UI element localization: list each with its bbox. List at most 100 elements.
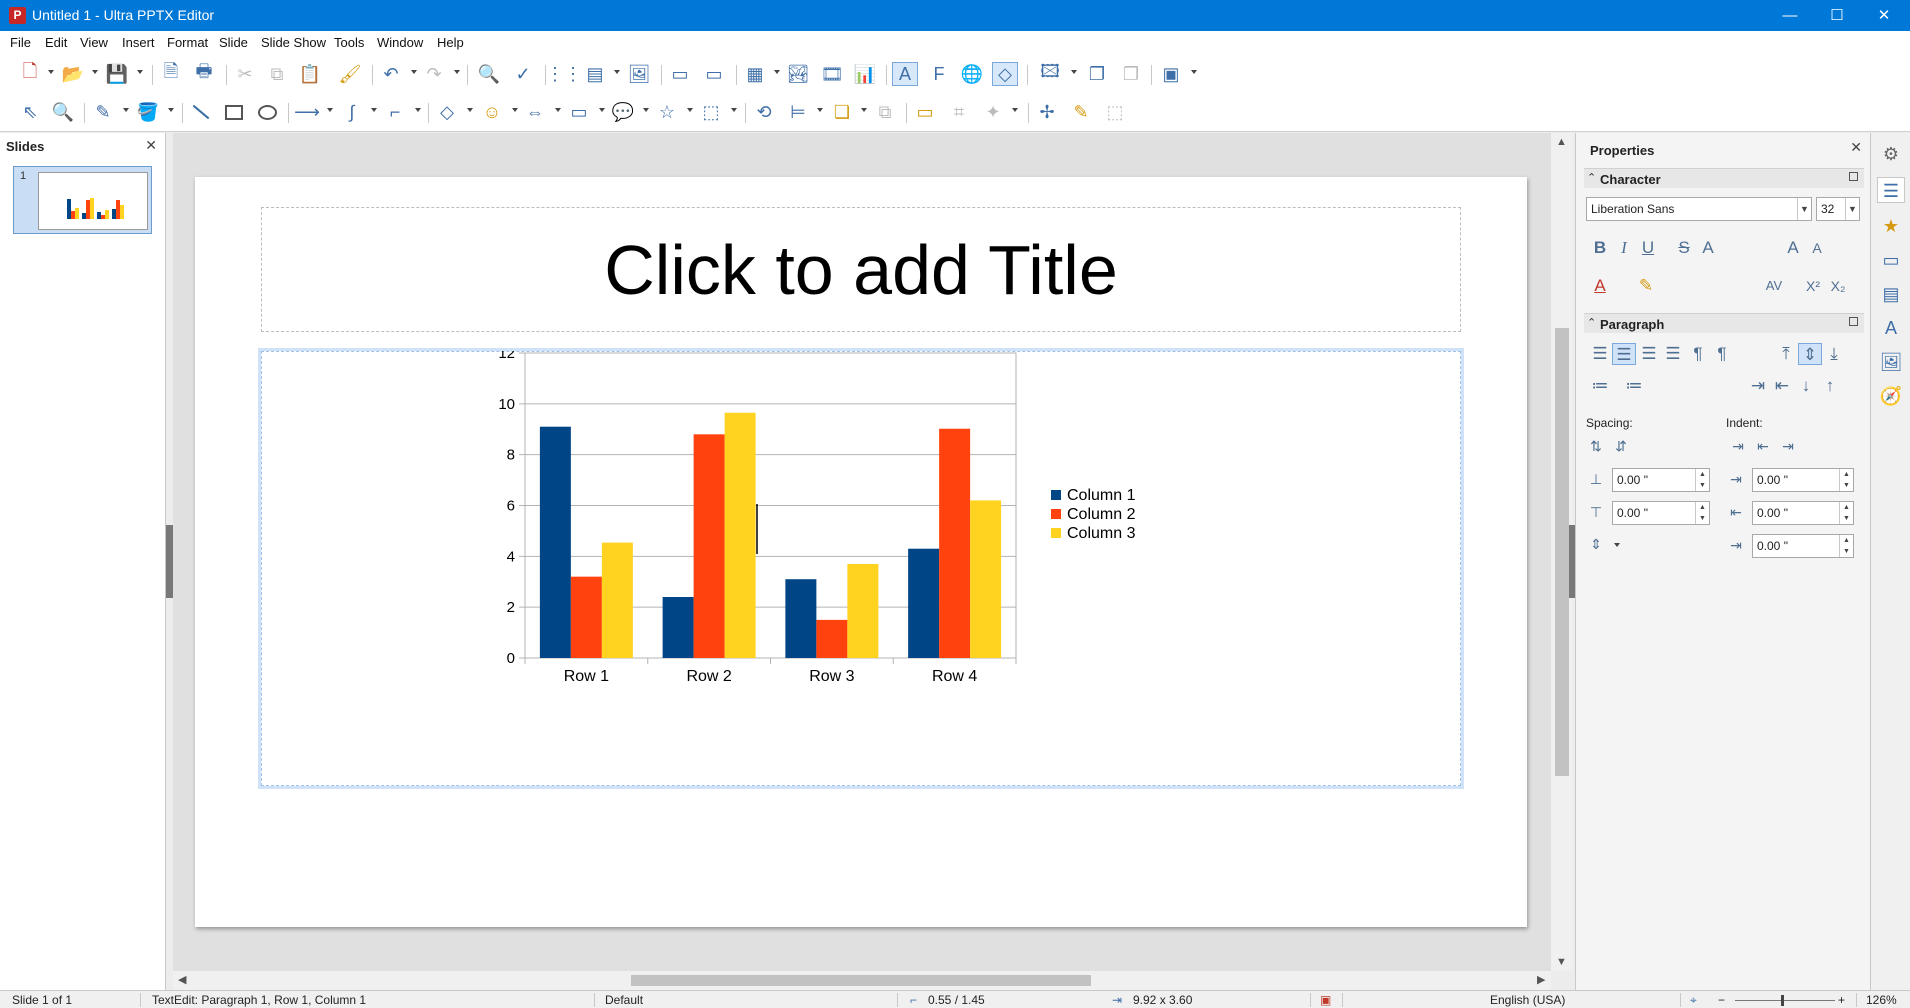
font-name-field[interactable]: Liberation Sans ▼ <box>1586 197 1812 221</box>
navigator-tab-icon[interactable]: 🧭 <box>1877 383 1905 409</box>
chart-object-frame[interactable]: 0 2 4 6 8 10 12 Row 1 Row 2 Row 3 Row 4 Column 1 Col… <box>258 348 1464 789</box>
find-replace-icon[interactable]: 🔍 <box>476 62 502 86</box>
zoom-in-icon[interactable]: + <box>1838 993 1845 1007</box>
curves-icon[interactable]: ∫ <box>339 100 365 124</box>
toggle-extrusion-icon[interactable]: ⬚ <box>1102 100 1128 124</box>
minimize-button[interactable]: — <box>1767 0 1813 31</box>
chevron-down-icon[interactable]: ▼ <box>1797 198 1811 220</box>
glue-points-icon[interactable]: ✎ <box>1068 100 1094 124</box>
spacing-below-field[interactable]: 0.00 " ▲ ▼ <box>1612 501 1710 525</box>
font-color-icon[interactable]: A <box>1588 275 1612 297</box>
zoom-slider[interactable] <box>1735 1000 1835 1001</box>
align-center-icon[interactable]: ☰ <box>1612 343 1636 365</box>
align-middle-icon[interactable]: ⇕ <box>1798 343 1822 365</box>
filter-icon[interactable]: ✦ <box>980 100 1006 124</box>
decrease-spacing-icon[interactable]: ⇵ <box>1609 435 1633 457</box>
line-icon[interactable] <box>188 100 214 124</box>
spacing-above-field[interactable]: 0.00 " ▲ ▼ <box>1612 468 1710 492</box>
new-document-icon[interactable]: 🗋 <box>17 61 43 86</box>
indent-after-field[interactable]: 0.00 " ▲ ▼ <box>1752 501 1854 525</box>
menu-window[interactable]: Window <box>377 31 423 55</box>
slide-canvas[interactable]: Click to add Title 0 2 4 6 8 10 12 Row 1 Row 2 Ro… <box>195 177 1527 927</box>
zoom-pan-icon[interactable]: 🔍 <box>50 100 76 124</box>
spin-buttons[interactable]: ▲ ▼ <box>1839 502 1853 524</box>
crop-icon[interactable]: ⌗ <box>946 100 972 124</box>
vertical-scroll-thumb[interactable] <box>1555 328 1569 776</box>
horizontal-scroll-thumb[interactable] <box>631 975 1091 986</box>
slide-image-icon[interactable]: 🖼 <box>626 62 652 86</box>
scroll-right-icon[interactable]: ▶ <box>1537 973 1545 986</box>
underline-icon[interactable]: U <box>1636 237 1660 259</box>
transformations-icon[interactable]: ⟲ <box>751 100 777 124</box>
cut-icon[interactable]: ✂ <box>232 62 258 86</box>
save-icon[interactable]: 💾 <box>104 62 130 86</box>
rtl-paragraph-icon[interactable]: ¶ <box>1710 343 1734 365</box>
paste-icon[interactable]: 📋 <box>297 62 323 86</box>
scroll-up-icon[interactable]: ▲ <box>1556 136 1567 148</box>
promote-icon[interactable]: ↑ <box>1818 375 1842 397</box>
menu-help[interactable]: Help <box>437 31 464 55</box>
select-arrow-icon[interactable]: ⇖ <box>17 100 43 124</box>
grid-icon[interactable]: ⋮⋮ <box>546 62 582 86</box>
lines-arrows-icon[interactable]: ⟶ <box>294 100 320 124</box>
image-icon[interactable]: 🏞 <box>785 62 811 86</box>
chart-icon[interactable]: 📊 <box>852 62 878 86</box>
shadow-text-icon[interactable]: A <box>1696 237 1720 259</box>
distribute-icon[interactable]: ⧉ <box>872 100 898 124</box>
duplicate-slide-icon[interactable]: ❐ <box>1084 62 1110 86</box>
display-views-icon[interactable]: ▣ <box>1158 62 1184 86</box>
line-color-icon[interactable]: ✎ <box>90 100 116 124</box>
hyperlink-icon[interactable]: 🌐 <box>959 62 985 86</box>
print-icon[interactable]: 🖶 <box>191 61 217 86</box>
text-box-icon[interactable]: A <box>892 62 918 86</box>
decrease-indent-icon[interactable]: ⇤ <box>1770 375 1794 397</box>
3d-objects-icon[interactable]: ⬚ <box>698 100 724 124</box>
demote-icon[interactable]: ↓ <box>1794 375 1818 397</box>
callouts-icon[interactable]: 💬 <box>610 100 636 124</box>
character-section-header[interactable]: ⌃ Character <box>1584 168 1864 188</box>
hanging-indent-icon[interactable]: ⇥ <box>1776 435 1800 457</box>
rectangle-icon[interactable] <box>221 100 247 124</box>
ellipse-icon[interactable] <box>254 100 280 124</box>
scroll-left-icon[interactable]: ◀ <box>178 973 186 986</box>
justify-icon[interactable]: ☰ <box>1661 343 1685 365</box>
draw-functions-icon[interactable]: ◇ <box>992 62 1018 86</box>
start-current-slide-icon[interactable]: ▭ <box>701 62 727 86</box>
line-spacing-icon[interactable]: ⇕ <box>1584 533 1608 555</box>
menu-edit[interactable]: Edit <box>45 31 67 55</box>
table-icon[interactable]: ▦ <box>742 62 768 86</box>
bold-icon[interactable]: B <box>1588 237 1612 259</box>
unordered-list-icon[interactable]: ≔ <box>1588 375 1612 397</box>
spin-buttons[interactable]: ▲ ▼ <box>1695 469 1709 491</box>
spin-buttons[interactable]: ▲ ▼ <box>1695 502 1709 524</box>
master-slide-name[interactable]: Default <box>605 993 643 1007</box>
slide-thumbnail-1[interactable]: 1 <box>13 166 152 234</box>
redo-icon[interactable]: ↷ <box>421 62 447 86</box>
italic-icon[interactable]: I <box>1612 237 1636 259</box>
align-left-icon[interactable]: ☰ <box>1588 343 1612 365</box>
ordered-list-icon[interactable]: ≔ <box>1622 375 1646 397</box>
undo-icon[interactable]: ↶ <box>378 62 404 86</box>
menu-view[interactable]: View <box>80 31 108 55</box>
copy-icon[interactable]: ⧉ <box>264 62 290 86</box>
grow-font-icon[interactable]: A <box>1781 237 1805 259</box>
bar-chart[interactable]: 0 2 4 6 8 10 12 Row 1 Row 2 Row 3 Row 4 Column 1 Col… <box>261 351 1461 786</box>
subscript-icon[interactable]: X₂ <box>1826 275 1850 297</box>
sidebar-settings-gear-icon[interactable]: ⚙ <box>1877 141 1905 167</box>
scroll-down-icon[interactable]: ▼ <box>1556 956 1567 968</box>
font-size-field[interactable]: 32 ▼ <box>1816 197 1860 221</box>
decrease-indent-small-icon[interactable]: ⇤ <box>1751 435 1775 457</box>
character-spacing-icon[interactable]: AV <box>1762 275 1786 297</box>
media-icon[interactable]: 🎞 <box>819 62 845 86</box>
language-status[interactable]: English (USA) <box>1490 993 1565 1007</box>
first-line-indent-field[interactable]: 0.00 " ▲ ▼ <box>1752 534 1854 558</box>
more-options-icon[interactable] <box>1849 317 1858 326</box>
increase-spacing-icon[interactable]: ⇅ <box>1584 435 1608 457</box>
slide-layout-icon[interactable]: ▤ <box>582 62 608 86</box>
spin-buttons[interactable]: ▲ ▼ <box>1839 535 1853 557</box>
document-modified-icon[interactable]: ▣ <box>1320 993 1331 1007</box>
start-presentation-icon[interactable]: ▭ <box>667 62 693 86</box>
basic-shapes-icon[interactable]: ◇ <box>434 100 460 124</box>
maximize-button[interactable]: ☐ <box>1814 0 1860 31</box>
title-placeholder[interactable]: Click to add Title <box>261 207 1461 332</box>
